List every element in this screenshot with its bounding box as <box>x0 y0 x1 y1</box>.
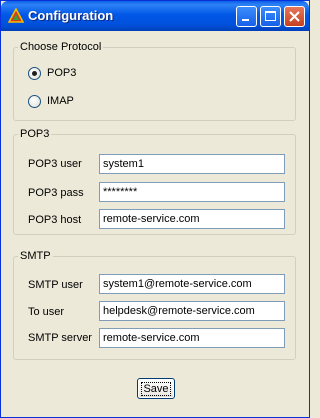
close-button[interactable] <box>284 6 305 27</box>
close-icon <box>289 11 300 22</box>
pop3-pass-label: POP3 pass <box>28 187 84 199</box>
smtp-legend: SMTP <box>20 250 51 262</box>
protocol-group: Choose Protocol <box>13 41 296 121</box>
configuration-window: Configuration Choose Protocol POP3 IMAP <box>0 0 310 418</box>
smtp-user-label: SMTP user <box>28 279 83 291</box>
pop3-user-label: POP3 user <box>28 158 82 170</box>
to-user-field[interactable] <box>99 301 285 321</box>
minimize-icon <box>242 19 249 21</box>
maximize-icon <box>265 11 276 21</box>
pop3-pass-field[interactable] <box>99 182 285 202</box>
maximize-button[interactable] <box>260 6 281 27</box>
imap-radio-label[interactable]: IMAP <box>47 95 74 107</box>
pop3-host-label: POP3 host <box>28 214 82 226</box>
smtp-server-field[interactable] <box>99 328 285 348</box>
to-user-label: To user <box>28 306 65 318</box>
radio-selected-dot <box>32 71 37 76</box>
save-button[interactable]: Save <box>137 378 175 399</box>
smtp-user-field[interactable] <box>99 274 285 294</box>
imap-radio[interactable] <box>28 95 41 108</box>
pop3-radio[interactable] <box>28 67 41 80</box>
window-title: Configuration <box>28 8 114 23</box>
pop3-radio-label[interactable]: POP3 <box>47 67 76 79</box>
save-button-label: Save <box>141 381 171 396</box>
pop3-legend: POP3 <box>20 128 50 140</box>
pop3-host-field[interactable] <box>99 209 285 229</box>
title-bar[interactable]: Configuration <box>1 1 309 31</box>
smtp-server-label: SMTP server <box>28 332 92 344</box>
triangle-icon <box>8 8 24 23</box>
minimize-button[interactable] <box>236 6 257 27</box>
pop3-user-field[interactable] <box>99 154 285 174</box>
protocol-legend: Choose Protocol <box>20 41 102 53</box>
